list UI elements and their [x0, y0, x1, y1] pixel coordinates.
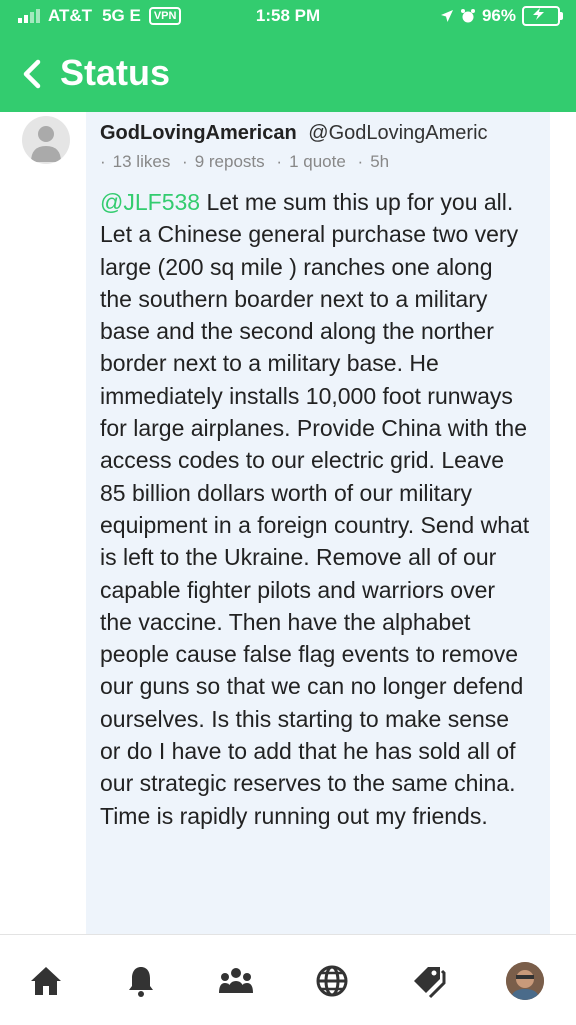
- author-handle[interactable]: @GodLovingAmeric: [308, 122, 487, 144]
- default-avatar-icon: [31, 126, 61, 162]
- nav-bar: Status: [0, 46, 576, 102]
- post-body: @JLF538 Let me sum this up for you all. …: [100, 186, 530, 832]
- tag-icon: [414, 967, 446, 999]
- post-age: 5h: [370, 152, 390, 171]
- home-icon: [31, 967, 61, 995]
- battery-icon: [522, 6, 563, 26]
- tab-local[interactable]: [218, 963, 254, 999]
- status-content[interactable]: GodLovingAmerican @GodLovingAmeric · 13 l…: [0, 112, 576, 934]
- likes-count[interactable]: 13 likes: [113, 152, 171, 171]
- author-line[interactable]: GodLovingAmerican @GodLovingAmeric: [100, 122, 550, 145]
- status-right: 96%: [440, 6, 563, 26]
- post-text: Let me sum this up for you all. Let a Ch…: [100, 189, 530, 829]
- tab-federated[interactable]: [314, 963, 350, 999]
- people-icon: [219, 968, 253, 993]
- user-photo-icon: [506, 962, 544, 1000]
- page-title: Status: [60, 52, 171, 93]
- author-avatar[interactable]: [22, 116, 70, 164]
- post-stats: · 13 likes · 9 reposts · 1 quote · 5h: [100, 152, 396, 172]
- post-card: GodLovingAmerican @GodLovingAmeric · 13 l…: [86, 112, 550, 934]
- dot-separator: ·: [357, 152, 364, 171]
- dot-separator: ·: [100, 152, 106, 171]
- globe-icon: [316, 965, 348, 997]
- bell-icon: [129, 967, 153, 997]
- battery-percent: 96%: [481, 6, 516, 25]
- tab-notifications[interactable]: [123, 963, 159, 999]
- quotes-count[interactable]: 1 quote: [289, 152, 346, 171]
- profile-avatar[interactable]: [506, 962, 544, 1000]
- alarm-icon: [460, 9, 475, 23]
- reposts-count[interactable]: 9 reposts: [195, 152, 265, 171]
- tab-home[interactable]: [28, 963, 64, 999]
- location-arrow-icon: [440, 10, 453, 22]
- app-header: AT&T 5G E VPN 1:58 PM 96% Status: [0, 0, 576, 112]
- tab-tags[interactable]: [410, 963, 446, 999]
- mention-link[interactable]: @JLF538: [100, 189, 200, 215]
- dot-separator: ·: [182, 152, 188, 171]
- back-button[interactable]: [14, 50, 54, 98]
- tab-bar: [0, 934, 576, 1025]
- author-name[interactable]: GodLovingAmerican: [100, 122, 297, 144]
- dot-separator: ·: [276, 152, 283, 171]
- status-bar: AT&T 5G E VPN 1:58 PM 96%: [0, 0, 576, 34]
- chevron-left-icon: [23, 59, 41, 89]
